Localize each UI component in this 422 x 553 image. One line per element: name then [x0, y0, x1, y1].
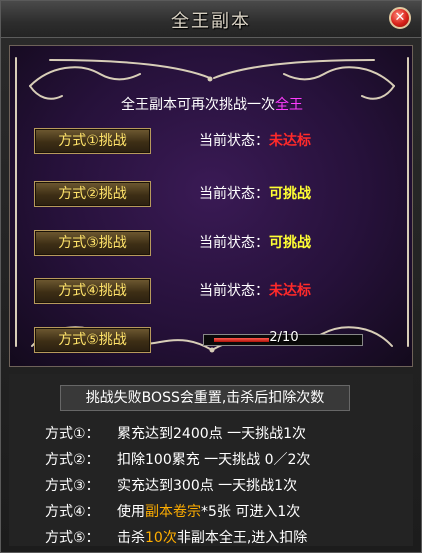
progress-text: 2/10: [269, 330, 299, 345]
window-title: 全王副本: [171, 11, 251, 32]
dungeon-window: 全王副本 ✕ 全王副本可再次挑战一次全王 方式①挑战 当前状态：未达标 方式②挑…: [0, 0, 422, 553]
close-icon[interactable]: ✕: [389, 7, 411, 29]
status-value-1: 未达标: [269, 133, 311, 149]
rule-line-1: 方式①： 累充达到2400点 一天挑战1次: [45, 426, 306, 442]
notice-box: 挑战失败BOSS会重置,击杀后扣除次数: [60, 385, 350, 411]
status-value-4: 未达标: [269, 283, 311, 299]
headline-text: 全王副本可再次挑战一次全王: [121, 97, 303, 113]
rule-line-5: 方式⑤： 击杀10次非副本全王,进入扣除: [45, 530, 308, 546]
status-value-2: 可挑战: [269, 186, 311, 202]
challenge-button-2[interactable]: 方式②挑战: [34, 181, 151, 207]
progress-bar: 2/10: [203, 330, 363, 346]
headline-highlight: 全王: [275, 97, 303, 113]
challenge-button-3[interactable]: 方式③挑战: [34, 230, 151, 256]
status-row-1: 当前状态：未达标: [199, 133, 311, 149]
rule-line-4: 方式④： 使用副本卷宗*5张 可进入1次: [45, 504, 301, 520]
challenge-button-4[interactable]: 方式④挑战: [34, 278, 151, 304]
challenge-button-5[interactable]: 方式⑤挑战: [34, 327, 151, 353]
status-row-3: 当前状态：可挑战: [199, 235, 311, 251]
rule-line-3: 方式③： 实充达到300点 一天挑战1次: [45, 478, 298, 494]
status-row-2: 当前状态：可挑战: [199, 186, 311, 202]
rule-line-2: 方式②： 扣除100累充 一天挑战 0／2次: [45, 452, 311, 468]
kill-count: 10次: [145, 530, 177, 546]
title-bar: 全王副本 ✕: [1, 1, 421, 38]
status-row-4: 当前状态：未达标: [199, 283, 311, 299]
scroll-item-name: 副本卷宗: [145, 504, 201, 520]
status-value-3: 可挑战: [269, 235, 311, 251]
challenge-button-1[interactable]: 方式①挑战: [34, 128, 151, 154]
